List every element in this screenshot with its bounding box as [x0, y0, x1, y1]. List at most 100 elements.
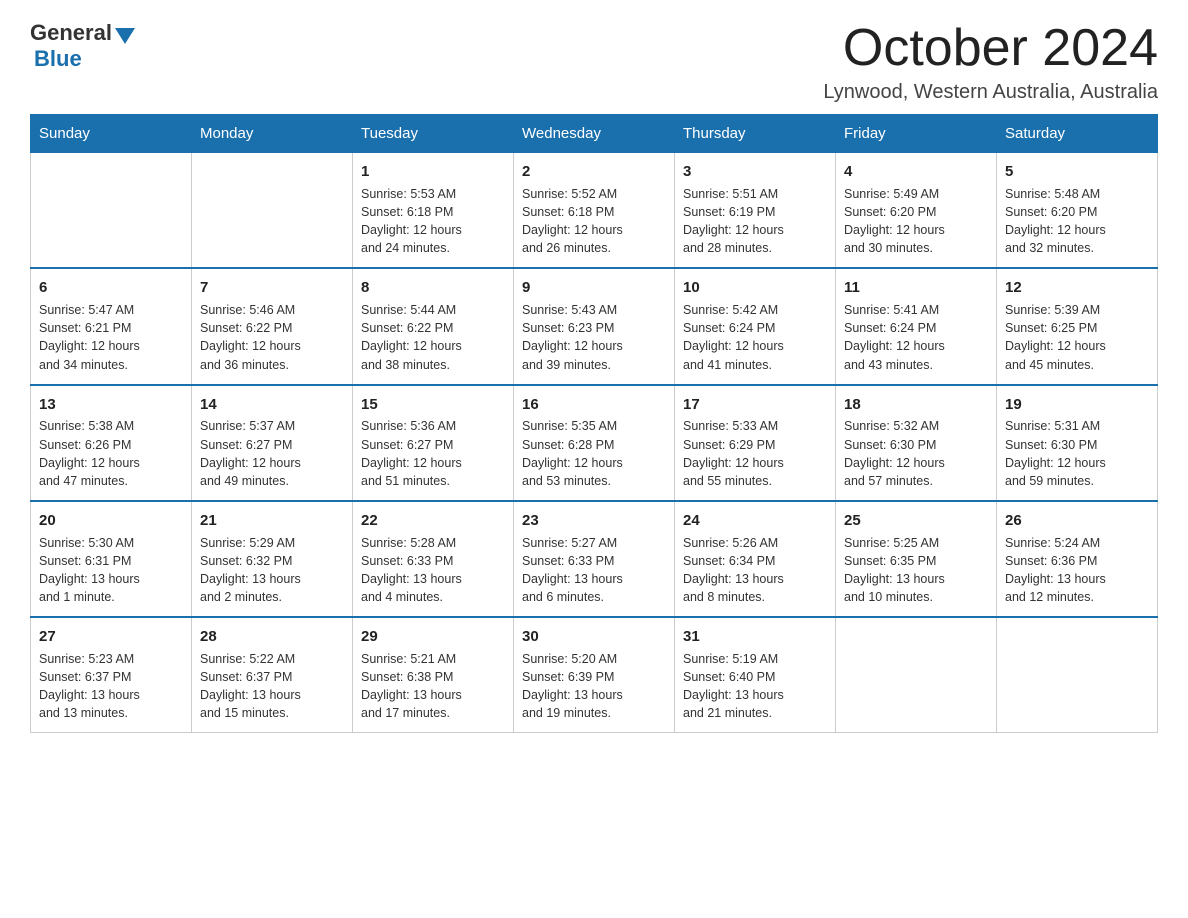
day-number: 6 [39, 277, 183, 299]
day-number: 17 [683, 394, 827, 416]
calendar-cell: 5Sunrise: 5:48 AM Sunset: 6:20 PM Daylig… [997, 153, 1158, 269]
day-info: Sunrise: 5:38 AM Sunset: 6:26 PM Dayligh… [39, 417, 183, 490]
day-info: Sunrise: 5:27 AM Sunset: 6:33 PM Dayligh… [522, 534, 666, 607]
calendar-cell [836, 617, 997, 733]
day-info: Sunrise: 5:20 AM Sunset: 6:39 PM Dayligh… [522, 650, 666, 723]
day-info: Sunrise: 5:23 AM Sunset: 6:37 PM Dayligh… [39, 650, 183, 723]
day-number: 22 [361, 510, 505, 532]
day-info: Sunrise: 5:44 AM Sunset: 6:22 PM Dayligh… [361, 301, 505, 374]
day-number: 20 [39, 510, 183, 532]
calendar-week-row: 6Sunrise: 5:47 AM Sunset: 6:21 PM Daylig… [31, 268, 1158, 384]
month-title: October 2024 [823, 20, 1158, 77]
calendar-cell: 17Sunrise: 5:33 AM Sunset: 6:29 PM Dayli… [675, 385, 836, 501]
calendar-cell: 20Sunrise: 5:30 AM Sunset: 6:31 PM Dayli… [31, 501, 192, 617]
day-number: 25 [844, 510, 988, 532]
calendar-cell: 26Sunrise: 5:24 AM Sunset: 6:36 PM Dayli… [997, 501, 1158, 617]
calendar-cell: 24Sunrise: 5:26 AM Sunset: 6:34 PM Dayli… [675, 501, 836, 617]
day-number: 31 [683, 626, 827, 648]
day-info: Sunrise: 5:39 AM Sunset: 6:25 PM Dayligh… [1005, 301, 1149, 374]
calendar-cell: 7Sunrise: 5:46 AM Sunset: 6:22 PM Daylig… [192, 268, 353, 384]
calendar-cell: 27Sunrise: 5:23 AM Sunset: 6:37 PM Dayli… [31, 617, 192, 733]
calendar-header-friday: Friday [836, 115, 997, 153]
day-info: Sunrise: 5:53 AM Sunset: 6:18 PM Dayligh… [361, 185, 505, 258]
day-info: Sunrise: 5:35 AM Sunset: 6:28 PM Dayligh… [522, 417, 666, 490]
calendar-header-sunday: Sunday [31, 115, 192, 153]
calendar-cell: 30Sunrise: 5:20 AM Sunset: 6:39 PM Dayli… [514, 617, 675, 733]
calendar-cell: 28Sunrise: 5:22 AM Sunset: 6:37 PM Dayli… [192, 617, 353, 733]
day-info: Sunrise: 5:51 AM Sunset: 6:19 PM Dayligh… [683, 185, 827, 258]
calendar-cell [31, 153, 192, 269]
day-info: Sunrise: 5:43 AM Sunset: 6:23 PM Dayligh… [522, 301, 666, 374]
calendar-cell [997, 617, 1158, 733]
calendar-cell: 23Sunrise: 5:27 AM Sunset: 6:33 PM Dayli… [514, 501, 675, 617]
calendar-cell: 22Sunrise: 5:28 AM Sunset: 6:33 PM Dayli… [353, 501, 514, 617]
logo-general-text: General [30, 20, 112, 46]
calendar-cell: 2Sunrise: 5:52 AM Sunset: 6:18 PM Daylig… [514, 153, 675, 269]
calendar-cell: 14Sunrise: 5:37 AM Sunset: 6:27 PM Dayli… [192, 385, 353, 501]
day-number: 2 [522, 161, 666, 183]
day-number: 5 [1005, 161, 1149, 183]
day-number: 11 [844, 277, 988, 299]
day-number: 13 [39, 394, 183, 416]
calendar-cell: 31Sunrise: 5:19 AM Sunset: 6:40 PM Dayli… [675, 617, 836, 733]
calendar-cell: 19Sunrise: 5:31 AM Sunset: 6:30 PM Dayli… [997, 385, 1158, 501]
day-info: Sunrise: 5:37 AM Sunset: 6:27 PM Dayligh… [200, 417, 344, 490]
calendar-week-row: 27Sunrise: 5:23 AM Sunset: 6:37 PM Dayli… [31, 617, 1158, 733]
calendar-table: SundayMondayTuesdayWednesdayThursdayFrid… [30, 114, 1158, 733]
logo: General Blue [30, 20, 135, 72]
calendar-cell: 6Sunrise: 5:47 AM Sunset: 6:21 PM Daylig… [31, 268, 192, 384]
location-title: Lynwood, Western Australia, Australia [823, 81, 1158, 104]
day-number: 24 [683, 510, 827, 532]
calendar-header-wednesday: Wednesday [514, 115, 675, 153]
day-number: 18 [844, 394, 988, 416]
day-info: Sunrise: 5:52 AM Sunset: 6:18 PM Dayligh… [522, 185, 666, 258]
day-number: 29 [361, 626, 505, 648]
day-info: Sunrise: 5:24 AM Sunset: 6:36 PM Dayligh… [1005, 534, 1149, 607]
calendar-week-row: 1Sunrise: 5:53 AM Sunset: 6:18 PM Daylig… [31, 153, 1158, 269]
day-number: 8 [361, 277, 505, 299]
calendar-cell [192, 153, 353, 269]
day-info: Sunrise: 5:22 AM Sunset: 6:37 PM Dayligh… [200, 650, 344, 723]
calendar-cell: 8Sunrise: 5:44 AM Sunset: 6:22 PM Daylig… [353, 268, 514, 384]
calendar-cell: 9Sunrise: 5:43 AM Sunset: 6:23 PM Daylig… [514, 268, 675, 384]
day-number: 4 [844, 161, 988, 183]
day-info: Sunrise: 5:49 AM Sunset: 6:20 PM Dayligh… [844, 185, 988, 258]
day-info: Sunrise: 5:46 AM Sunset: 6:22 PM Dayligh… [200, 301, 344, 374]
day-number: 30 [522, 626, 666, 648]
calendar-header-saturday: Saturday [997, 115, 1158, 153]
day-number: 26 [1005, 510, 1149, 532]
calendar-week-row: 13Sunrise: 5:38 AM Sunset: 6:26 PM Dayli… [31, 385, 1158, 501]
calendar-header-tuesday: Tuesday [353, 115, 514, 153]
day-info: Sunrise: 5:32 AM Sunset: 6:30 PM Dayligh… [844, 417, 988, 490]
day-number: 1 [361, 161, 505, 183]
calendar-week-row: 20Sunrise: 5:30 AM Sunset: 6:31 PM Dayli… [31, 501, 1158, 617]
day-number: 27 [39, 626, 183, 648]
calendar-cell: 1Sunrise: 5:53 AM Sunset: 6:18 PM Daylig… [353, 153, 514, 269]
day-info: Sunrise: 5:21 AM Sunset: 6:38 PM Dayligh… [361, 650, 505, 723]
day-info: Sunrise: 5:48 AM Sunset: 6:20 PM Dayligh… [1005, 185, 1149, 258]
calendar-header-thursday: Thursday [675, 115, 836, 153]
day-number: 15 [361, 394, 505, 416]
day-number: 19 [1005, 394, 1149, 416]
day-info: Sunrise: 5:30 AM Sunset: 6:31 PM Dayligh… [39, 534, 183, 607]
day-number: 23 [522, 510, 666, 532]
day-info: Sunrise: 5:33 AM Sunset: 6:29 PM Dayligh… [683, 417, 827, 490]
calendar-cell: 3Sunrise: 5:51 AM Sunset: 6:19 PM Daylig… [675, 153, 836, 269]
day-info: Sunrise: 5:41 AM Sunset: 6:24 PM Dayligh… [844, 301, 988, 374]
logo-triangle-icon [115, 28, 135, 44]
calendar-cell: 16Sunrise: 5:35 AM Sunset: 6:28 PM Dayli… [514, 385, 675, 501]
calendar-cell: 29Sunrise: 5:21 AM Sunset: 6:38 PM Dayli… [353, 617, 514, 733]
calendar-header-row: SundayMondayTuesdayWednesdayThursdayFrid… [31, 115, 1158, 153]
day-number: 28 [200, 626, 344, 648]
day-number: 10 [683, 277, 827, 299]
day-number: 12 [1005, 277, 1149, 299]
day-info: Sunrise: 5:47 AM Sunset: 6:21 PM Dayligh… [39, 301, 183, 374]
day-info: Sunrise: 5:36 AM Sunset: 6:27 PM Dayligh… [361, 417, 505, 490]
calendar-cell: 10Sunrise: 5:42 AM Sunset: 6:24 PM Dayli… [675, 268, 836, 384]
calendar-cell: 18Sunrise: 5:32 AM Sunset: 6:30 PM Dayli… [836, 385, 997, 501]
day-number: 14 [200, 394, 344, 416]
day-info: Sunrise: 5:29 AM Sunset: 6:32 PM Dayligh… [200, 534, 344, 607]
day-info: Sunrise: 5:19 AM Sunset: 6:40 PM Dayligh… [683, 650, 827, 723]
calendar-cell: 25Sunrise: 5:25 AM Sunset: 6:35 PM Dayli… [836, 501, 997, 617]
day-number: 7 [200, 277, 344, 299]
